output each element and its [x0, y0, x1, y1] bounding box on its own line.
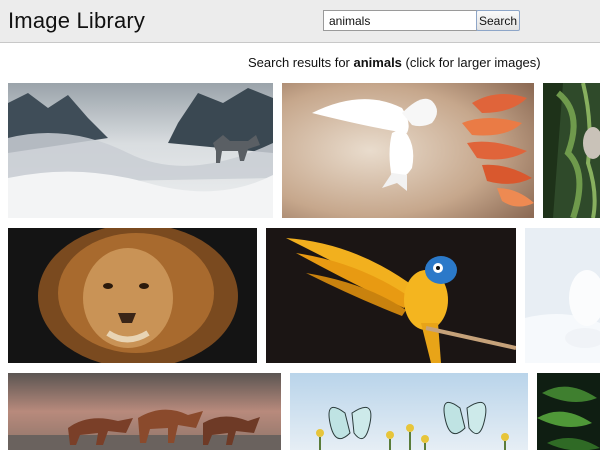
macaw-parrot-image [266, 228, 516, 363]
horses-beach-image [8, 373, 281, 450]
wolf-misty-mountains-image [8, 83, 273, 218]
image-tile-arctic-fox[interactable] [525, 228, 600, 363]
results-query: animals [353, 55, 402, 70]
app-title: Image Library [8, 8, 146, 33]
image-tile-leaves[interactable] [537, 373, 600, 450]
search-button[interactable]: Search [476, 10, 520, 31]
image-tile-horses[interactable] [8, 373, 281, 450]
green-leaves-image [537, 373, 600, 450]
search-input[interactable] [323, 10, 477, 31]
results-summary: Search results for animals (click for la… [248, 55, 541, 70]
arctic-fox-image [525, 228, 600, 363]
image-tile-forest[interactable] [543, 83, 600, 218]
results-prefix: Search results for [248, 55, 354, 70]
image-tile-macaw[interactable] [266, 228, 516, 363]
results-suffix: (click for larger images) [401, 55, 541, 70]
butterflies-image [290, 373, 528, 450]
image-tile-dove[interactable] [282, 83, 534, 218]
app-header: Image Library Search [0, 0, 600, 43]
forest-branches-image [543, 83, 600, 218]
image-tile-butterflies[interactable] [290, 373, 528, 450]
image-tile-lion[interactable] [8, 228, 257, 363]
image-tile-wolf[interactable] [8, 83, 273, 218]
white-dove-image [282, 83, 534, 218]
lion-image [8, 228, 257, 363]
